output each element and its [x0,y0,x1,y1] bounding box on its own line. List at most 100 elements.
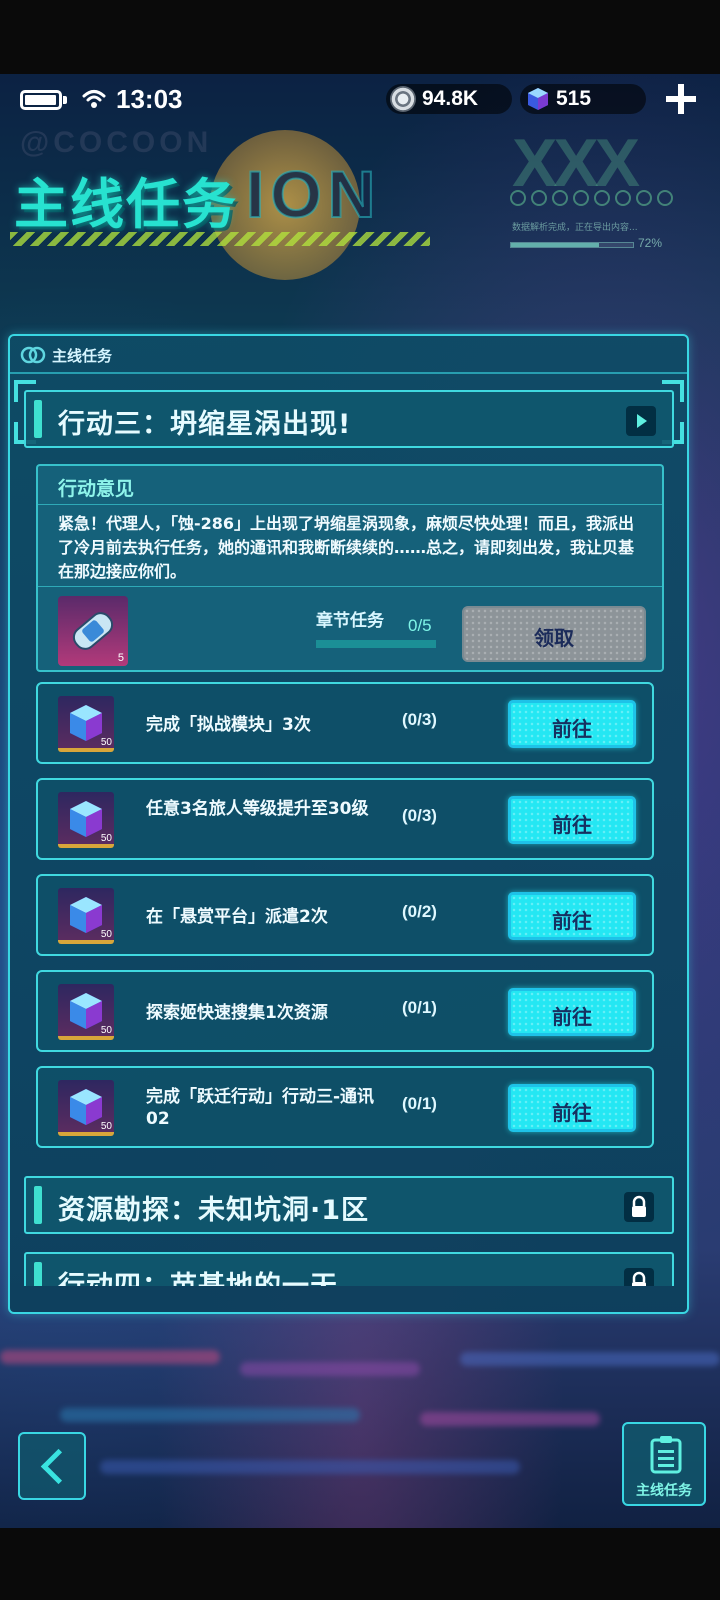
panel-tab-label: 主线任务 [52,346,113,365]
task-reward-item[interactable]: 50 [58,1080,114,1136]
task-description: 完成「拟战模块」3次 [146,715,311,735]
back-button[interactable] [18,1432,86,1500]
add-gems-button[interactable] [664,82,698,116]
task-row: 50 在「悬赏平台」派遣2次 (0/2) 前往 [36,874,654,956]
cube-gem-icon [70,1089,102,1125]
cube-gem-icon [70,897,102,933]
main-quest-button[interactable]: 主线任务 [622,1422,706,1506]
cocoon-logo-icon [20,346,46,364]
task-description: 任意3名旅人等级提升至30级 [146,799,369,819]
task-reward-count: 50 [100,929,112,940]
task-reward-count: 50 [100,737,112,748]
go-button[interactable]: 前往 [508,1084,636,1132]
battery-cap [63,96,67,104]
top-black-bar [0,0,720,74]
reward-count: 5 [117,652,124,664]
go-label: 前往 [552,717,592,741]
cube-gem-icon [70,801,102,837]
task-description: 完成「跃迁行动」行动三-通讯02 [146,1087,375,1129]
chapter-header-locked[interactable]: 行动四：苗基地的一天 [24,1252,674,1286]
advice-divider [38,586,662,587]
wifi-icon [82,90,106,108]
clock: 13:03 [116,84,183,114]
task-progress: (0/1) [402,998,437,1017]
task-row: 50 探索姬快速搜集1次资源 (0/1) 前往 [36,970,654,1052]
task-reward-count: 50 [100,833,112,844]
task-reward-count: 50 [100,1025,112,1036]
go-button[interactable]: 前往 [508,796,636,844]
game-screen: 13:03 94.8K 515 @COCOON ION 主线任务 XXX 数据解… [0,0,720,1600]
chapter-title: 资源勘探：未知坑洞·1区 [58,1195,370,1226]
quest-list[interactable]: 行动三：坍缩星涡出现! 行动意见 紧急！代理人，「蚀-286」上出现了坍缩星涡现… [10,376,687,1286]
bg-streak [0,1350,220,1364]
header-small-text: 数据解析完成，正在导出内容... [512,223,638,233]
go-label: 前往 [552,1005,592,1029]
action-advice-card: 行动意见 紧急！代理人，「蚀-286」上出现了坍缩星涡现象，麻烦尽快处理！而且，… [36,464,664,672]
go-button[interactable]: 前往 [508,892,636,940]
advice-text: 紧急！代理人，「蚀-286」上出现了坍缩星涡现象，麻烦尽快处理！而且，我派出了冷… [58,514,635,581]
main-quest-label: 主线任务 [636,1483,692,1499]
task-reward-count: 50 [100,1121,112,1132]
coin-icon [390,86,416,112]
go-button[interactable]: 前往 [508,988,636,1036]
page-title: 主线任务 [14,173,238,236]
coin-counter[interactable]: 94.8K [386,84,512,114]
gem-icon [528,88,548,110]
task-reward-item[interactable]: 50 [58,984,114,1040]
chapter-reward-item[interactable]: 5 [58,596,128,666]
task-description: 在「悬赏平台」派遣2次 [146,907,328,927]
advice-divider [38,504,662,505]
task-row: 50 完成「拟战模块」3次 (0/3) 前往 [36,682,654,764]
task-progress: (0/3) [402,806,437,825]
panel-divider [10,372,687,374]
lock-icon [624,1268,654,1286]
go-label: 前往 [552,909,592,933]
bg-streak [240,1362,420,1376]
chapter-title: 行动三：坍缩星涡出现! [58,409,352,440]
header-progress-bar [510,242,634,248]
gem-counter[interactable]: 515 [520,84,646,114]
header-stripes [10,232,430,246]
status-bar: 13:03 94.8K 515 [0,80,720,120]
task-progress: (0/1) [402,1094,437,1113]
lock-icon [624,1192,654,1222]
go-button[interactable]: 前往 [508,700,636,748]
bg-streak [60,1408,360,1422]
header-progress-label: 72% [638,236,663,250]
task-progress: (0/3) [402,710,437,729]
advice-title: 行动意见 [58,478,135,500]
task-row: 50 任意3名旅人等级提升至30级 (0/3) 前往 [36,778,654,860]
coin-amount: 94.8K [422,87,479,110]
header-brand: @COCOON [20,126,213,159]
play-icon[interactable] [626,406,656,436]
task-description: 探索姬快速搜集1次资源 [146,1003,328,1023]
chapter-task-progress: 0/5 [408,616,432,635]
task-reward-item[interactable]: 50 [58,792,114,848]
claim-label: 领取 [534,626,574,650]
cube-gem-icon [70,705,102,741]
bottom-black-bar [0,1528,720,1600]
header-art-text: ION [245,156,382,232]
chapter-task-label: 章节任务 [316,611,384,631]
gem-amount: 515 [556,87,592,110]
panel-tab: 主线任务 [20,340,112,370]
bg-streak [420,1412,600,1426]
quest-panel: 主线任务 行动三：坍缩星涡出现! 行动意见 紧急！代理人，「蚀-286」上出现了… [8,334,689,1314]
claim-button[interactable]: 领取 [462,606,646,662]
header-dots [510,190,700,210]
chapter-title: 行动四：苗基地的一天 [58,1264,338,1286]
task-reward-item[interactable]: 50 [58,888,114,944]
header-progress-fill [511,243,599,247]
battery-icon [20,90,62,110]
task-progress: (0/2) [402,902,437,921]
clipboard-icon [650,1436,682,1474]
task-row: 50 完成「跃迁行动」行动三-通讯02 (0/1) 前往 [36,1066,654,1148]
bg-streak [100,1460,520,1474]
bg-streak [460,1352,720,1366]
chapter-header-locked[interactable]: 资源勘探：未知坑洞·1区 [24,1176,674,1234]
cube-gem-icon [70,993,102,1029]
chapter-progress-bar [316,640,436,648]
chapter-header-active[interactable]: 行动三：坍缩星涡出现! [24,390,674,448]
go-label: 前往 [552,813,592,837]
task-reward-item[interactable]: 50 [58,696,114,752]
